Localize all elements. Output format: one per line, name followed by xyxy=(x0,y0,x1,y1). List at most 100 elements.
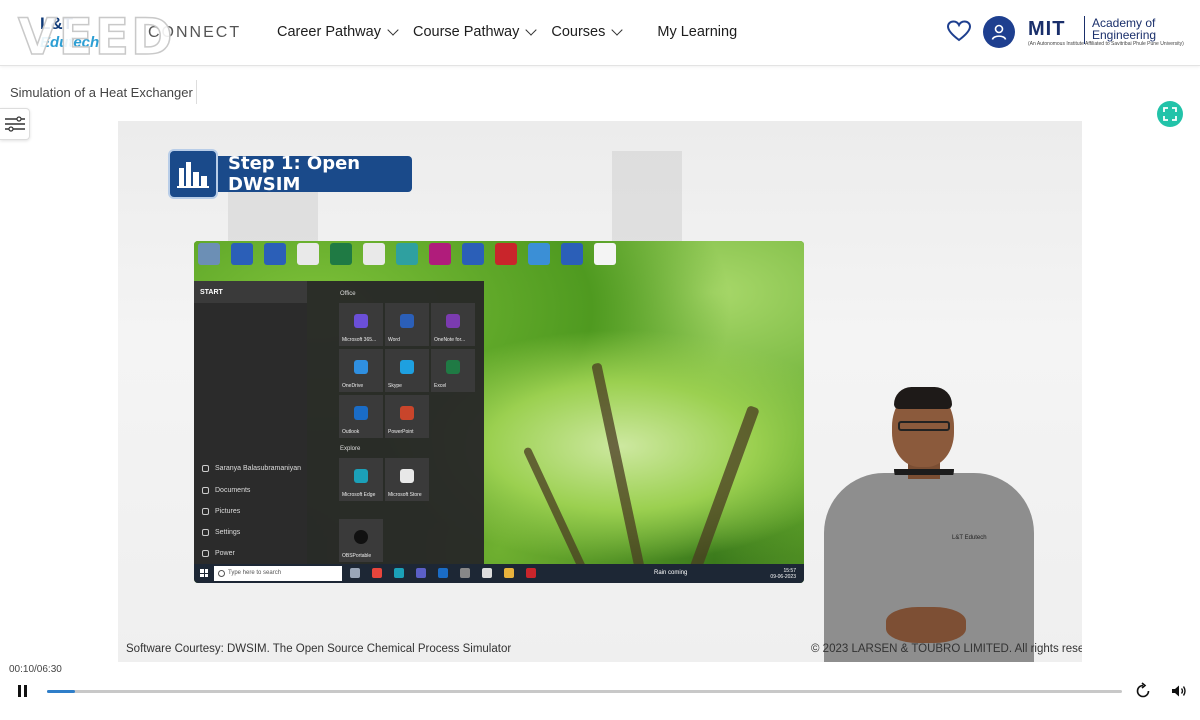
user-icon xyxy=(991,24,1007,40)
copyright-text: © 2023 LARSEN & TOUBRO LIMITED. All righ… xyxy=(811,643,1082,655)
partner-name: MIT xyxy=(1028,18,1066,40)
tile-label: Microsoft 365... xyxy=(342,337,377,343)
tile-label: OneNote for... xyxy=(434,337,466,343)
slack-icon xyxy=(429,243,451,265)
settings-icon xyxy=(460,568,470,578)
start-label: START xyxy=(200,289,223,296)
pause-button[interactable] xyxy=(18,685,28,697)
user-avatar-button[interactable] xyxy=(983,16,1015,48)
fullscreen-button[interactable] xyxy=(1157,101,1183,127)
picture-icon xyxy=(202,508,209,515)
powerpoint-icon xyxy=(400,405,414,420)
course-title: Simulation of a Heat Exchanger xyxy=(10,85,193,100)
word-doc-icon xyxy=(561,243,583,265)
task-view-icon xyxy=(350,568,360,578)
tile-label: PowerPoint xyxy=(388,429,414,435)
outlook-icon xyxy=(354,405,368,420)
step-label: Step 1: Open DWSIM xyxy=(214,153,412,195)
explore-group-label: Explore xyxy=(340,446,361,452)
presenter: L&T Edutech xyxy=(824,387,1034,662)
word-icon xyxy=(400,313,414,328)
word-doc-icon xyxy=(264,243,286,265)
tile-label: Skype xyxy=(388,383,402,389)
teams-icon xyxy=(416,568,426,578)
onenote-icon xyxy=(446,313,460,328)
excel-icon xyxy=(446,359,460,374)
software-credit: Software Courtesy: DWSIM. The Open Sourc… xyxy=(126,643,512,655)
taskbar: Type here to search Rain coming 15:57 09… xyxy=(194,564,804,583)
start-menu: START Saranya Balasubramaniyan Documents… xyxy=(194,281,484,564)
skype-icon xyxy=(400,359,414,374)
presenter-glasses xyxy=(898,421,950,431)
partner-tagline: (An Autonomous Institute Affiliated to S… xyxy=(1028,41,1184,47)
tile-label: Outlook xyxy=(342,429,360,435)
partner-logo: MIT Academy of Engineering (An Autonomou… xyxy=(1028,14,1184,54)
tile: Microsoft 365... xyxy=(339,303,383,346)
volume-icon[interactable] xyxy=(1170,682,1188,700)
tile: OBSPortable xyxy=(339,519,383,562)
tile: Outlook xyxy=(339,395,383,438)
desktop-screenshot: START Saranya Balasubramaniyan Documents… xyxy=(194,241,804,583)
windows-icon xyxy=(200,569,208,577)
file-icon xyxy=(594,243,616,265)
tile-label: Microsoft Store xyxy=(388,492,422,498)
tile: OneNote for... xyxy=(431,303,475,346)
tile-label: Word xyxy=(388,337,400,343)
nav-courses-label: Courses xyxy=(551,24,606,40)
main-nav: Career Pathway Course Pathway Courses My… xyxy=(277,0,753,64)
shield-icon xyxy=(528,243,550,265)
store-icon xyxy=(400,468,414,483)
chevron-down-icon xyxy=(611,24,624,36)
user-icon xyxy=(202,465,209,472)
brand-logo[interactable]: L&T Edutech CONNECT VEED xyxy=(17,8,258,66)
tile-label: Microsoft Edge xyxy=(342,492,376,498)
mail-icon xyxy=(363,243,385,265)
start-power: Power xyxy=(202,550,235,557)
taskbar-search: Type here to search xyxy=(214,566,342,581)
step-banner: Step 1: Open DWSIM xyxy=(168,149,412,199)
weather-text: Rain coming xyxy=(654,570,688,576)
presenter-hands xyxy=(886,607,966,643)
video-player[interactable]: Step 1: Open DWSIM START Saranya Balasub… xyxy=(118,121,1082,662)
tile-label: Excel xyxy=(434,383,447,389)
replay-icon[interactable] xyxy=(1134,682,1152,700)
progress-bar[interactable] xyxy=(47,690,1122,693)
outlook-icon xyxy=(438,568,448,578)
time-display: 00:10/06:30 xyxy=(9,664,62,675)
chevron-down-icon xyxy=(387,24,399,36)
start-menu-left-pane: START Saranya Balasubramaniyan Documents… xyxy=(194,281,307,564)
nav-career-pathway-label: Career Pathway xyxy=(277,24,381,40)
partner-line2: Engineering xyxy=(1092,28,1157,42)
partner-divider xyxy=(1084,16,1085,44)
watermark: VEED xyxy=(17,8,175,66)
tile: Skype xyxy=(385,349,429,392)
shirt-logo: L&T Edutech xyxy=(952,535,987,541)
onedrive-icon xyxy=(354,359,368,374)
clock-date: 09-06-2023 xyxy=(770,574,796,580)
nav-my-learning[interactable]: My Learning xyxy=(657,24,737,40)
desktop-icons xyxy=(198,243,627,275)
recycle-bin-icon xyxy=(198,243,220,265)
taskbar-clock: 15:57 09-06-2023 xyxy=(770,568,796,580)
tile-label: OneDrive xyxy=(342,383,364,389)
sidebar-toggle-button[interactable] xyxy=(0,108,30,140)
edge-icon xyxy=(394,568,404,578)
mail-icon xyxy=(297,243,319,265)
nav-courses[interactable]: Courses xyxy=(551,24,624,40)
sliders-icon xyxy=(4,116,25,132)
office-group-label: Office xyxy=(340,291,356,297)
tile: Microsoft Store xyxy=(385,458,429,501)
tile: Excel xyxy=(431,349,475,392)
edge-icon xyxy=(354,468,368,483)
word-doc-icon xyxy=(231,243,253,265)
nav-course-pathway[interactable]: Course Pathway xyxy=(413,24,538,40)
start-documents: Documents xyxy=(202,487,250,494)
start-documents-label: Documents xyxy=(215,487,251,494)
pdf-icon xyxy=(495,243,517,265)
nav-career-pathway[interactable]: Career Pathway xyxy=(277,24,399,40)
app-icon xyxy=(396,243,418,265)
nav-my-learning-label: My Learning xyxy=(657,24,738,40)
start-power-label: Power xyxy=(215,550,235,557)
heart-icon[interactable] xyxy=(947,20,971,42)
presenter-hair xyxy=(894,387,952,409)
